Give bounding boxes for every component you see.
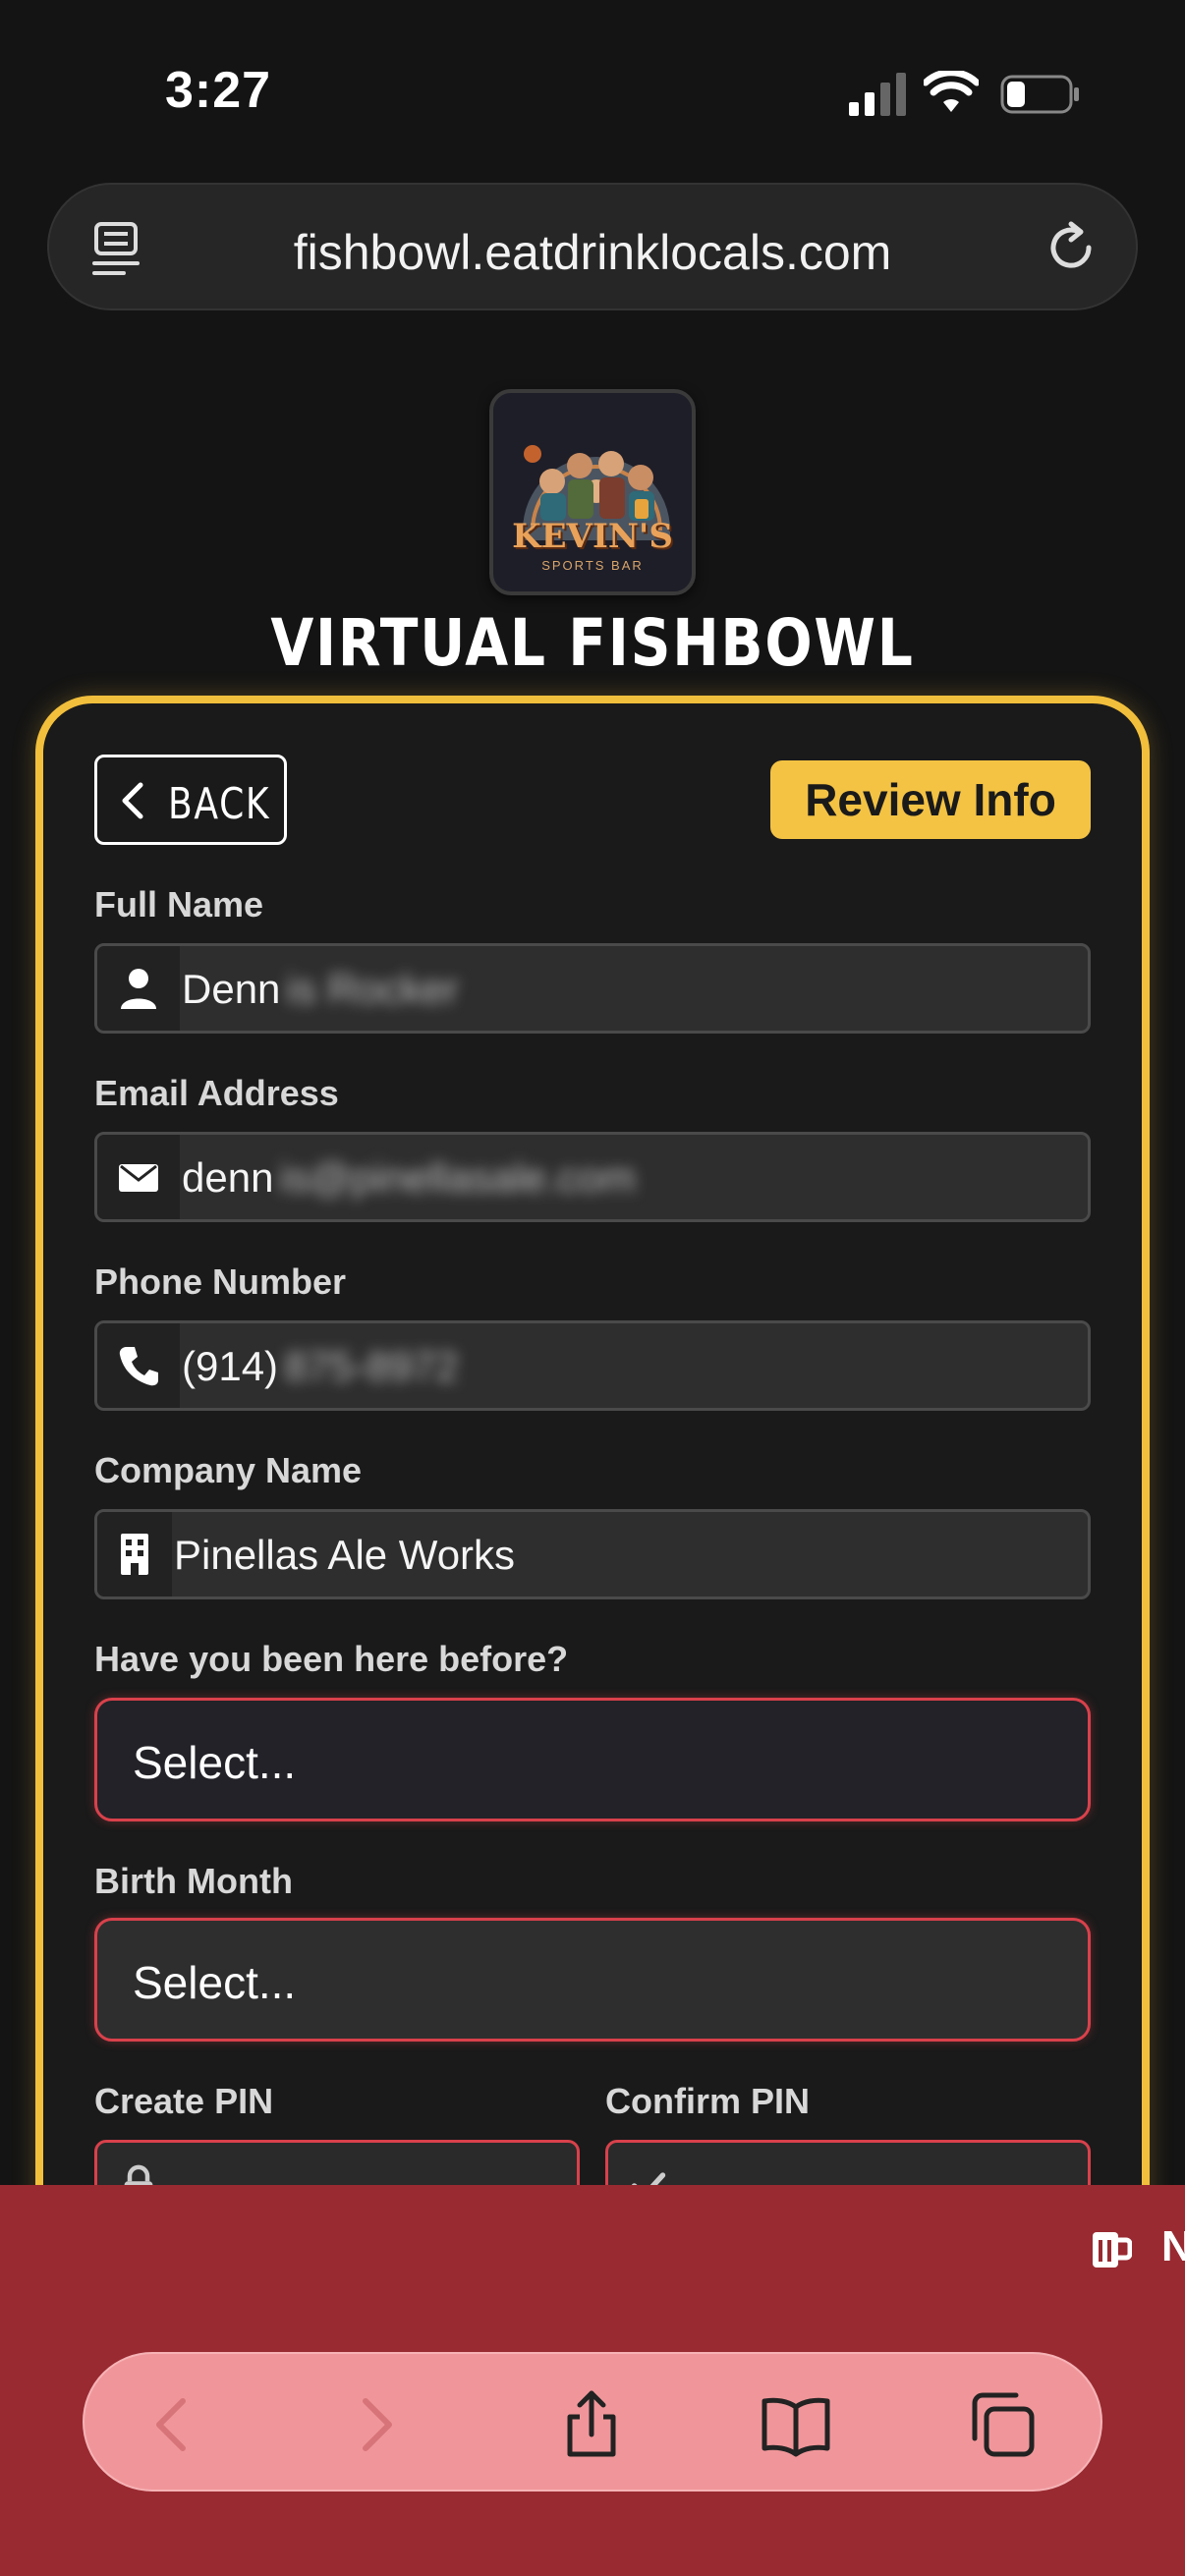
back-button[interactable]: BACK (94, 755, 287, 845)
reload-icon[interactable] (1042, 218, 1100, 277)
bar-logo: KEVIN'S SPORTS BAR (489, 389, 696, 595)
building-icon (121, 1534, 148, 1575)
battery-icon (1000, 75, 1079, 114)
share-icon[interactable] (556, 2389, 627, 2460)
create-pin-label: Create PIN (94, 2081, 274, 2121)
company-label: Company Name (94, 1450, 363, 1490)
full-name-value[interactable]: Denn is Rocker (182, 966, 458, 1013)
back-button-label: BACK (168, 779, 271, 829)
chevron-left-icon (122, 782, 143, 819)
back-nav-icon[interactable] (138, 2389, 208, 2460)
review-info-button[interactable]: Review Info (770, 760, 1091, 839)
forward-nav-icon[interactable] (340, 2389, 411, 2460)
been-before-label: Have you been here before? (94, 1639, 569, 1679)
company-value[interactable]: Pinellas Ale Works (174, 1532, 515, 1579)
page-title: VIRTUAL FISHBOWL (270, 605, 915, 681)
status-bar: 3:27 (0, 0, 1185, 177)
phone-field[interactable]: (914) 875-8972 (94, 1320, 1091, 1411)
envelope-icon (119, 1164, 158, 1192)
birth-month-select[interactable]: Select... (94, 1918, 1091, 2042)
phone-value[interactable]: (914) 875-8972 (182, 1343, 459, 1390)
tabs-icon[interactable] (967, 2389, 1038, 2460)
birth-month-label: Birth Month (94, 1861, 293, 1901)
bookmarks-icon[interactable] (761, 2389, 831, 2460)
email-field[interactable]: denn is@pinellasale.com (94, 1132, 1091, 1222)
browser-toolbar (83, 2352, 1102, 2492)
address-bar[interactable]: fishbowl.eatdrinklocals.com (47, 183, 1138, 310)
cellular-signal-icon (849, 73, 906, 116)
company-field[interactable]: Pinellas Ale Works (94, 1509, 1091, 1599)
status-time: 3:27 (165, 62, 272, 119)
redacted-text: 875-8972 (284, 1343, 459, 1389)
phone-icon (119, 1347, 158, 1386)
redacted-text: is@pinellasale.com (279, 1154, 636, 1201)
email-value[interactable]: denn is@pinellasale.com (182, 1154, 636, 1202)
been-before-select[interactable]: Select... (94, 1698, 1091, 1821)
beer-mug-icon (1093, 2232, 1132, 2268)
wifi-icon (924, 71, 979, 112)
full-name-label: Full Name (94, 884, 264, 924)
user-icon (121, 969, 156, 1009)
full-name-field[interactable]: Denn is Rocker (94, 943, 1091, 1034)
email-label: Email Address (94, 1073, 339, 1113)
redacted-text: is Rocker (286, 966, 459, 1012)
promo-text: N (1161, 2222, 1185, 2270)
phone-label: Phone Number (94, 1261, 347, 1302)
logo-subtitle: SPORTS BAR (541, 558, 644, 573)
url-text[interactable]: fishbowl.eatdrinklocals.com (49, 224, 1136, 281)
been-before-selected: Select... (133, 1737, 297, 1788)
confirm-pin-label: Confirm PIN (605, 2081, 811, 2121)
birth-month-selected: Select... (133, 1957, 297, 2008)
logo-title: KEVIN'S (512, 517, 673, 556)
